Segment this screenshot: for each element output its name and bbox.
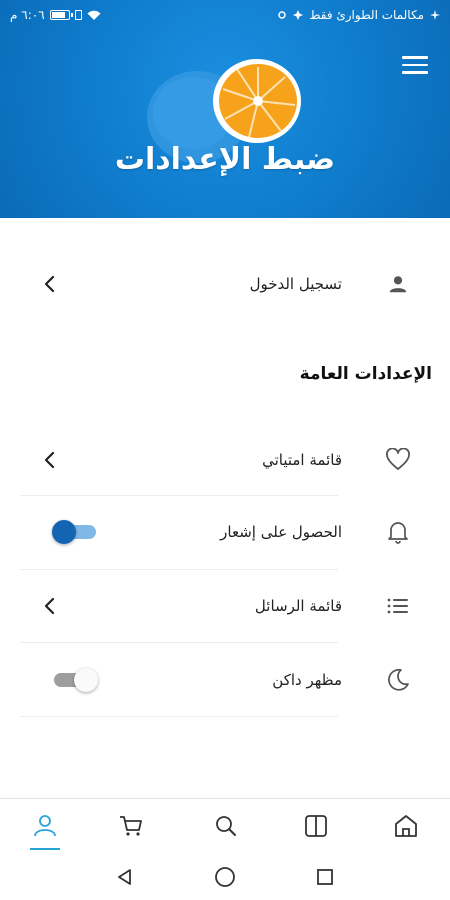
bottom-nav <box>0 798 450 853</box>
chevron-left-icon <box>44 597 55 615</box>
notifications-row: الحصول على إشعار <box>0 502 450 562</box>
cart-icon[interactable] <box>116 811 146 841</box>
sparkle-icon <box>430 10 440 20</box>
wifi-icon <box>87 10 101 20</box>
recents-icon[interactable] <box>313 865 337 889</box>
notifications-label: الحصول على إشعار <box>220 523 342 541</box>
divider <box>20 716 338 717</box>
dark-mode-label: مظهر داكن <box>272 671 342 689</box>
settings-status-icon <box>278 11 287 19</box>
back-icon[interactable] <box>113 865 137 889</box>
moon-icon <box>384 666 412 694</box>
messages-label: قائمة الرسائل <box>254 597 342 615</box>
home-icon[interactable] <box>391 811 421 841</box>
search-icon[interactable] <box>211 811 241 841</box>
status-bar: ٦:٠٦ م مكالمات الطوارئ فقط <box>0 0 450 32</box>
dark-mode-row: مظهر داكن <box>0 650 450 710</box>
favorites-row[interactable]: قائمة امتياتي <box>0 430 450 490</box>
divider <box>20 495 338 496</box>
book-icon[interactable] <box>301 811 331 841</box>
favorites-label: قائمة امتياتي <box>262 451 342 469</box>
messages-row[interactable]: قائمة الرسائل <box>0 576 450 636</box>
page-title: ضبط الإعدادات <box>114 142 336 177</box>
divider <box>20 569 338 570</box>
person-icon <box>384 270 412 298</box>
bell-icon <box>384 518 412 546</box>
header-banner: ضبط الإعدادات <box>0 0 450 218</box>
divider <box>20 642 338 643</box>
hamburger-menu-icon[interactable] <box>402 56 428 76</box>
system-nav-bar <box>0 853 450 900</box>
profile-icon[interactable] <box>30 811 60 841</box>
chevron-left-icon <box>44 451 55 469</box>
dark-mode-toggle[interactable] <box>52 668 98 692</box>
home-circle-icon[interactable] <box>213 865 237 889</box>
sim-icon <box>74 10 82 20</box>
list-icon <box>384 592 412 620</box>
active-tab-indicator <box>30 848 60 850</box>
notification-status-icon <box>293 10 304 20</box>
carrier-text: مكالمات الطوارئ فقط <box>309 8 424 22</box>
notifications-toggle[interactable] <box>52 520 98 544</box>
heart-icon <box>384 446 412 474</box>
general-settings-title: الإعدادات العامة <box>299 364 432 384</box>
chevron-left-icon <box>44 275 55 293</box>
battery-icon <box>49 10 73 20</box>
status-time: ٦:٠٦ م <box>10 8 45 22</box>
login-label: تسجيل الدخول <box>249 275 342 293</box>
login-row[interactable]: تسجيل الدخول <box>0 254 450 314</box>
